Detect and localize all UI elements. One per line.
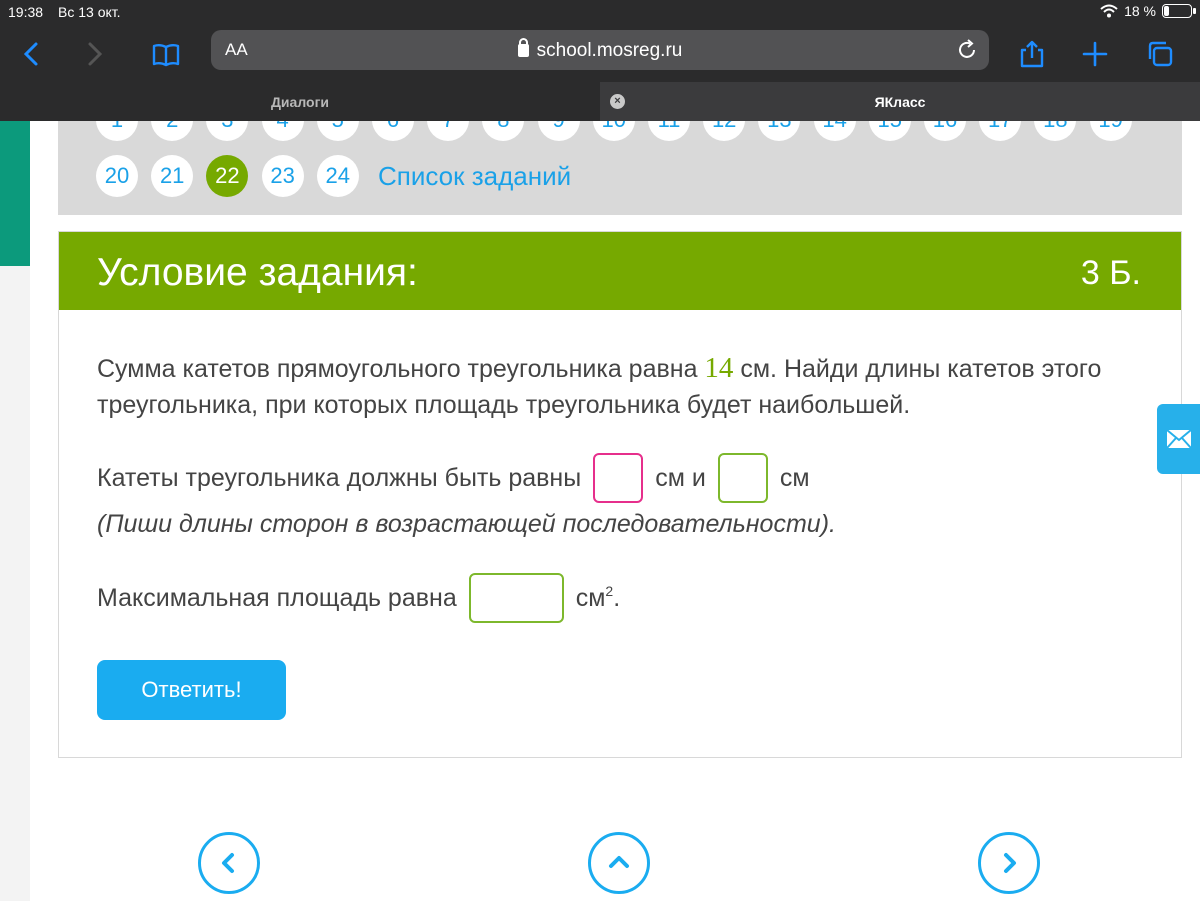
close-tab-icon[interactable]: ×: [610, 94, 625, 109]
url-text: school.mosreg.ru: [536, 40, 683, 61]
status-date: Вс 13 окт.: [58, 4, 121, 20]
new-tab-button[interactable]: [1075, 34, 1115, 74]
area-unit-exp: 2: [605, 582, 614, 599]
wifi-icon: [1100, 4, 1118, 18]
share-button[interactable]: [1012, 34, 1052, 74]
task-title: Условие задания:: [97, 251, 418, 294]
pager-item-5[interactable]: 5: [316, 121, 359, 141]
task-pager: 12345678910111213141516171819 2021222324…: [58, 121, 1182, 215]
battery-percent: 18 %: [1124, 3, 1156, 19]
legs-answer-line: Катеты треугольника должны быть равны см…: [97, 453, 810, 503]
pager-item-19[interactable]: 19: [1089, 121, 1132, 141]
tab-yaklass[interactable]: ЯКласс: [600, 82, 1200, 121]
pager-item-7[interactable]: 7: [427, 121, 470, 141]
bookmarks-button[interactable]: [146, 34, 186, 74]
tabs-icon: [1148, 41, 1173, 67]
answer-button[interactable]: Ответить!: [97, 660, 286, 720]
pager-item-23[interactable]: 23: [261, 155, 304, 197]
pager-item-11[interactable]: 11: [648, 121, 690, 141]
leg2-input[interactable]: [717, 453, 768, 503]
pager-item-10[interactable]: 10: [592, 121, 635, 141]
task-points: 3 Б.: [1080, 254, 1141, 292]
lock-icon: [517, 38, 529, 57]
arrow-right-icon: [1004, 853, 1016, 873]
prev-task-button[interactable]: [198, 832, 260, 894]
leg1-input[interactable]: [593, 453, 644, 503]
pager-item-21[interactable]: 21: [151, 155, 194, 197]
pager-item-24[interactable]: 24: [316, 155, 359, 197]
left-accent-bar: [0, 121, 30, 266]
task-header: Условие задания: 3 Б.: [59, 232, 1181, 310]
area-input[interactable]: [468, 573, 564, 623]
legs-middle: см и: [655, 463, 706, 492]
pager-item-1[interactable]: 1: [96, 121, 138, 141]
forward-button[interactable]: [74, 34, 114, 74]
chevron-left-icon: [23, 42, 38, 66]
address-bar[interactable]: AA school.mosreg.ru: [211, 30, 989, 70]
area-answer-line: Максимальная площадь равна см2.: [97, 573, 620, 623]
area-suffix: .: [613, 583, 621, 612]
area-unit-text: см: [575, 583, 606, 612]
next-task-button[interactable]: [978, 832, 1040, 894]
task-list-link[interactable]: Список заданий: [378, 161, 571, 192]
safari-toolbar: AA school.mosreg.ru: [0, 26, 1200, 82]
arrow-up-icon: [609, 856, 629, 868]
mail-icon: [1165, 429, 1192, 449]
question-number: 14: [704, 352, 734, 384]
area-prefix: Максимальная площадь равна: [97, 583, 457, 612]
browser-chrome: 19:38 Вс 13 окт. 18 % AA school.mosreg.r…: [0, 0, 1200, 121]
book-icon: [152, 44, 180, 67]
feedback-tab[interactable]: [1157, 404, 1200, 474]
pager-item-6[interactable]: 6: [372, 121, 414, 141]
pager-item-18[interactable]: 18: [1034, 121, 1077, 141]
pager-item-9[interactable]: 9: [537, 121, 580, 141]
status-right: 18 %: [1100, 3, 1196, 19]
tabs-overview-button[interactable]: [1140, 34, 1180, 74]
pager-item-17[interactable]: 17: [979, 121, 1022, 141]
tab-bar: Диалоги ЯКласс ×: [0, 82, 1200, 121]
scroll-top-button[interactable]: [588, 832, 650, 894]
pager-item-3[interactable]: 3: [206, 121, 249, 141]
area-unit: см2.: [575, 582, 621, 613]
order-hint: (Пиши длины сторон в возрастающей послед…: [97, 510, 836, 538]
battery-icon: [1162, 4, 1196, 18]
pager-item-20[interactable]: 20: [96, 155, 138, 197]
reload-icon[interactable]: [955, 38, 979, 62]
share-icon: [1020, 40, 1044, 68]
legs-prefix: Катеты треугольника должны быть равны: [97, 463, 582, 492]
chevron-right-icon: [88, 42, 103, 66]
pager-item-16[interactable]: 16: [924, 121, 966, 141]
status-time: 19:38: [8, 4, 44, 20]
task-card: Условие задания: 3 Б. Сумма катетов прям…: [58, 231, 1182, 758]
tab-dialogs[interactable]: Диалоги: [0, 82, 600, 121]
pager-item-2[interactable]: 2: [151, 121, 194, 141]
arrow-left-icon: [222, 853, 234, 873]
pager-item-14[interactable]: 14: [813, 121, 856, 141]
question-part1: Сумма катетов прямоугольного треугольник…: [97, 355, 705, 383]
pager-item-22[interactable]: 22: [206, 155, 249, 197]
plus-icon: [1082, 41, 1108, 67]
legs-suffix: см: [779, 463, 810, 492]
question-text: Сумма катетов прямоугольного треугольник…: [97, 350, 1157, 423]
pager-item-13[interactable]: 13: [758, 121, 801, 141]
pager-item-15[interactable]: 15: [868, 121, 911, 141]
pager-item-4[interactable]: 4: [261, 121, 304, 141]
status-bar: 19:38 Вс 13 окт. 18 %: [0, 0, 1200, 26]
pager-item-8[interactable]: 8: [482, 121, 525, 141]
back-button[interactable]: [12, 34, 52, 74]
pager-item-12[interactable]: 12: [703, 121, 746, 141]
